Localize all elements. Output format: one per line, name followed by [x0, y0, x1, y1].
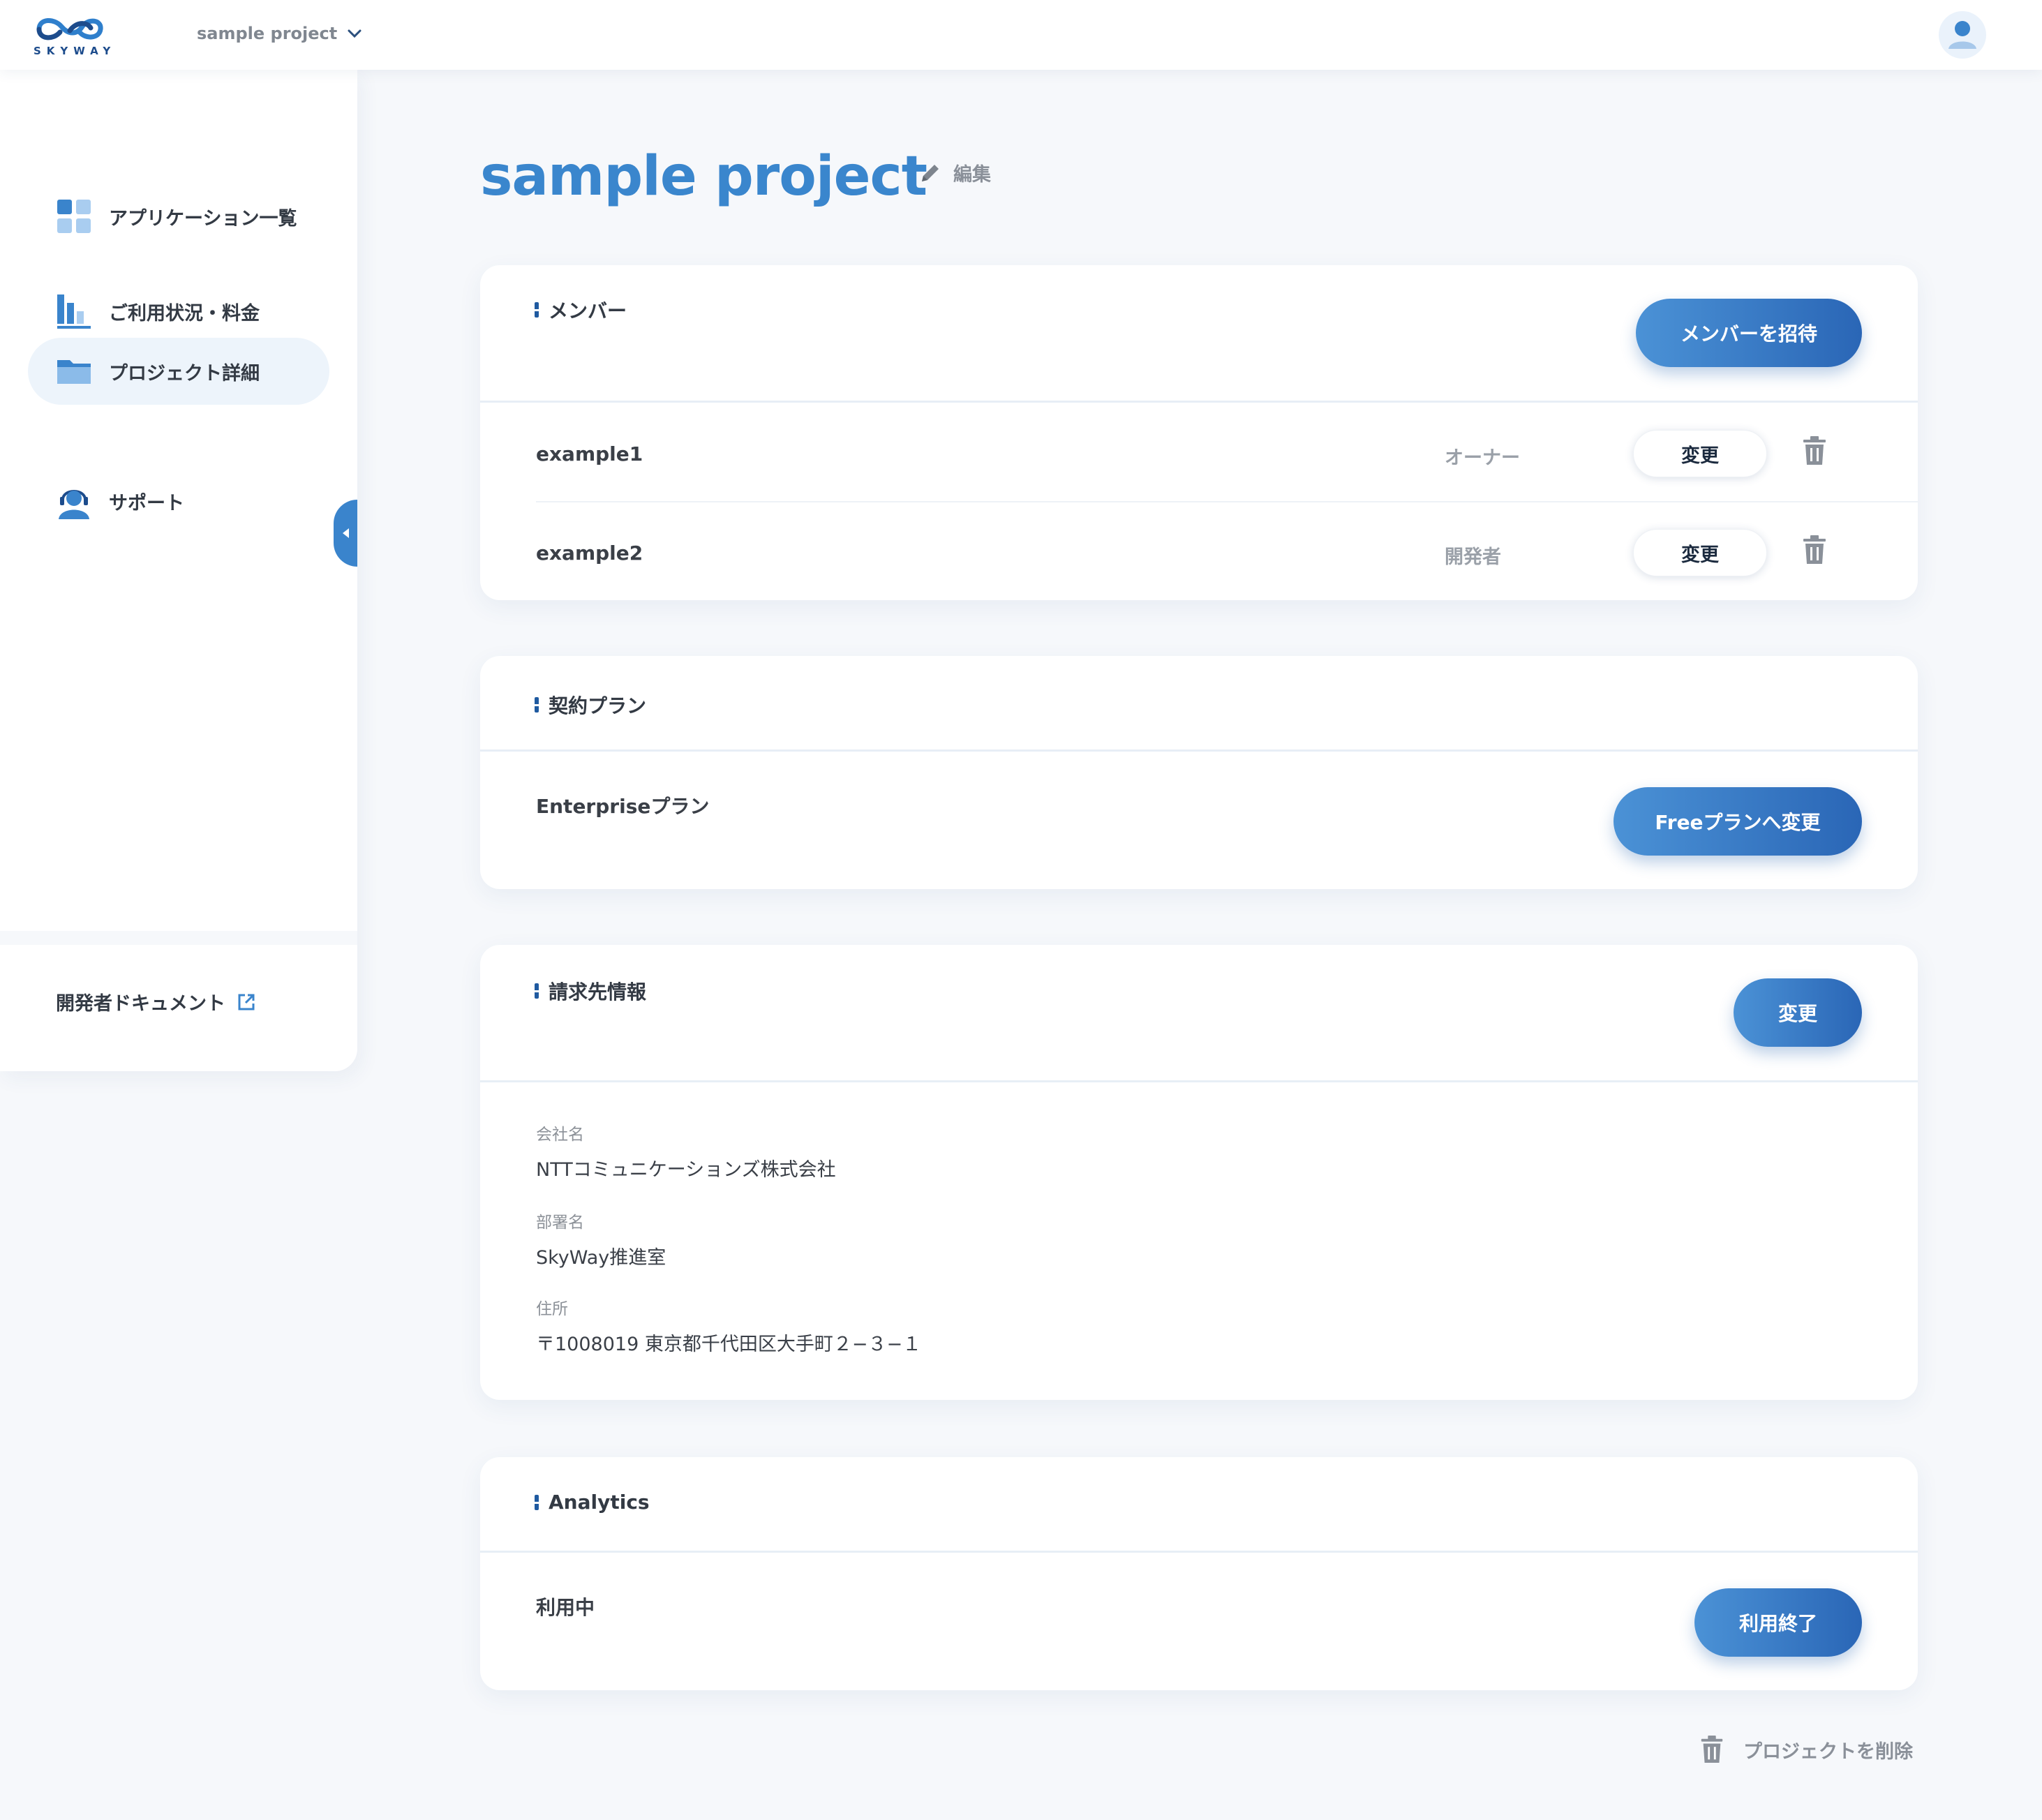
row-divider — [536, 501, 1918, 502]
address-label: 住所 — [536, 1300, 568, 1318]
caret-left-icon — [343, 528, 349, 538]
logo-text: SKYWAY — [33, 45, 117, 57]
end-analytics-button[interactable]: 利用終了 — [1694, 1588, 1862, 1657]
chevron-down-icon — [348, 29, 362, 38]
section-marker — [535, 1494, 539, 1510]
change-role-button[interactable]: 変更 — [1633, 430, 1767, 477]
change-billing-button[interactable]: 変更 — [1734, 978, 1862, 1047]
delete-project-button[interactable]: プロジェクトを削除 — [1699, 1735, 1913, 1764]
delete-project-label: プロジェクトを削除 — [1743, 1740, 1913, 1763]
members-title: メンバー — [549, 299, 627, 322]
company-value: NTTコミュニケーションズ株式会社 — [536, 1159, 836, 1181]
trash-icon — [1701, 1736, 1723, 1763]
plan-section-title: 契約プラン — [535, 691, 646, 719]
trash-icon[interactable] — [1801, 435, 1828, 466]
analytics-card: Analytics 利用中 利用終了 — [480, 1457, 1918, 1690]
sidebar: アプリケーション一覧 ご利用状況・料金 プロジェクト詳細 サポート 開発者ドキュ… — [0, 70, 357, 1071]
sidebar-item-label: サポート — [109, 492, 184, 514]
billing-card: 請求先情報 変更 会社名 NTTコミュニケーションズ株式会社 部署名 SkyWa… — [480, 945, 1918, 1400]
analytics-status: 利用中 — [536, 1596, 595, 1619]
member-name: example2 — [536, 542, 643, 565]
sidebar-item-applications[interactable]: アプリケーション一覧 — [28, 183, 329, 250]
plan-title: 契約プラン — [549, 694, 647, 717]
apps-grid-icon — [57, 200, 91, 233]
section-marker — [535, 983, 539, 999]
plan-card: 契約プラン Enterpriseプラン Freeプランへ変更 — [480, 656, 1918, 889]
current-plan: Enterpriseプラン — [536, 795, 710, 818]
billing-title: 請求先情報 — [549, 980, 647, 1004]
invite-member-button[interactable]: メンバーを招待 — [1636, 299, 1862, 367]
project-selector-label: sample project — [197, 24, 338, 43]
card-divider — [480, 749, 1918, 752]
member-role: 開発者 — [1445, 546, 1501, 568]
project-selector[interactable]: sample project — [197, 24, 362, 43]
analytics-section-title: Analytics — [535, 1491, 650, 1514]
sidebar-item-label: アプリケーション一覧 — [109, 207, 297, 230]
trash-icon[interactable] — [1801, 535, 1828, 565]
external-link-icon — [238, 994, 255, 1010]
card-divider — [480, 1551, 1918, 1553]
edit-title-button[interactable]: 編集 — [918, 159, 991, 186]
section-marker — [535, 697, 539, 713]
user-avatar-icon[interactable] — [1939, 11, 1986, 59]
top-header: SKYWAY sample project — [0, 0, 2042, 70]
change-role-button[interactable]: 変更 — [1633, 529, 1767, 576]
member-role: オーナー — [1445, 447, 1520, 469]
sidebar-item-label: ご利用状況・料金 — [109, 302, 260, 325]
address-value: 〒1008019 東京都千代田区大手町２−３−１ — [536, 1334, 922, 1355]
members-section-title: メンバー — [535, 296, 627, 324]
analytics-title: Analytics — [549, 1491, 650, 1514]
sidebar-divider — [0, 931, 357, 945]
sidebar-item-usage[interactable]: ご利用状況・料金 — [28, 278, 329, 345]
bar-chart-icon — [57, 294, 91, 329]
sidebar-item-project-details[interactable]: プロジェクト詳細 — [28, 338, 329, 405]
developer-docs-label: 開発者ドキュメント — [56, 993, 225, 1015]
card-divider — [480, 401, 1918, 403]
company-label: 会社名 — [536, 1126, 584, 1144]
department-label: 部署名 — [536, 1214, 584, 1232]
developer-docs-link[interactable]: 開発者ドキュメント — [56, 988, 256, 1015]
sidebar-item-support[interactable]: サポート — [28, 468, 329, 535]
support-headset-icon — [59, 490, 89, 519]
section-marker — [535, 302, 539, 318]
edit-label: 編集 — [953, 164, 991, 186]
pencil-icon — [922, 164, 939, 181]
members-card: メンバー メンバーを招待 example1 オーナー 変更 example2 開… — [480, 265, 1918, 600]
sidebar-item-label: プロジェクト詳細 — [109, 362, 260, 385]
department-value: SkyWay推進室 — [536, 1247, 666, 1269]
member-name: example1 — [536, 442, 643, 465]
page-title: sample project — [480, 145, 927, 208]
folder-icon — [57, 360, 91, 384]
change-to-free-plan-button[interactable]: Freeプランへ変更 — [1614, 787, 1862, 856]
card-divider — [480, 1080, 1918, 1082]
billing-section-title: 請求先情報 — [535, 977, 646, 1005]
